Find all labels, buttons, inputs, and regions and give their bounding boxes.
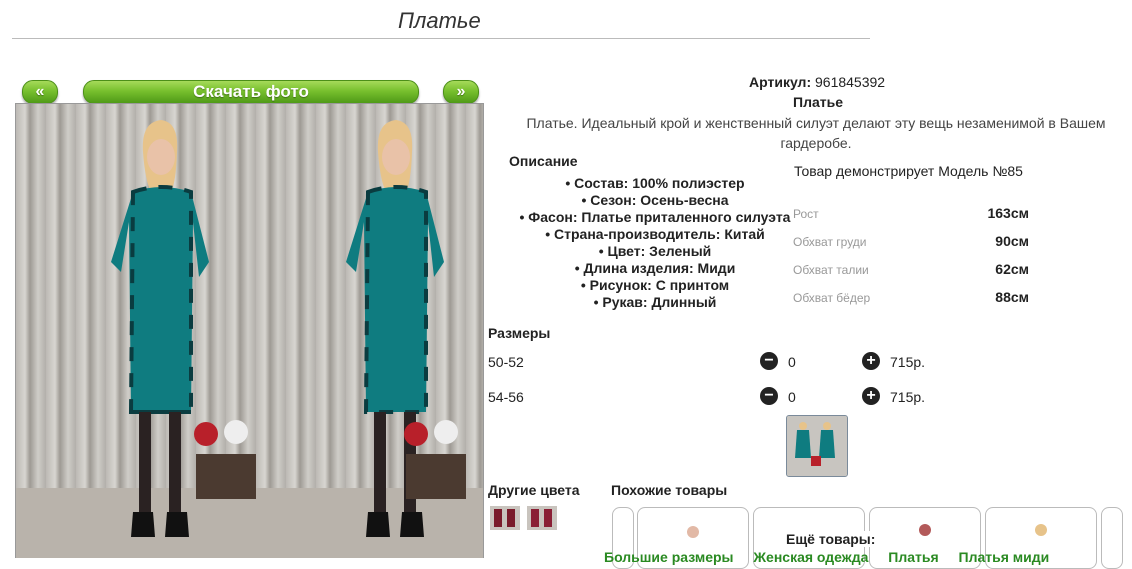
param-label: Обхват груди	[793, 235, 867, 249]
product-photo[interactable]	[15, 103, 484, 558]
model-params: Рост 163см Обхват груди 90см Обхват тали…	[793, 205, 1033, 317]
minus-circle-icon[interactable]: −	[760, 387, 778, 405]
param-row: Обхват бёдер 88см	[793, 289, 1033, 317]
flower-basket-left	[194, 420, 256, 499]
category-link[interactable]: Большие размеры	[604, 549, 734, 565]
model-note: Товар демонстрирует Модель №85	[794, 163, 1023, 179]
color-variant-thumb[interactable]	[527, 506, 557, 530]
product-description: Платье. Идеальный крой и женственный сил…	[526, 115, 1106, 151]
spec-item: • Фасон: Платье приталенного силуэта	[519, 209, 791, 225]
spec-item: • Рукав: Длинный	[593, 294, 717, 310]
page-title: Платье	[398, 8, 481, 33]
download-photo-button[interactable]: Скачать фото	[83, 80, 419, 104]
color-variant-thumb[interactable]	[490, 506, 520, 530]
product-name: Платье	[793, 94, 843, 110]
spec-item: • Рисунок: С принтом	[580, 277, 730, 293]
size-row: 54-56 − 0 + 715р.	[488, 387, 948, 409]
category-link[interactable]: Платья	[888, 549, 938, 565]
param-value: 62см	[995, 261, 1029, 277]
flower-basket-right	[404, 420, 466, 499]
next-photo-button[interactable]: »	[443, 80, 479, 104]
category-link[interactable]: Женская одежда	[753, 549, 868, 565]
param-row: Обхват груди 90см	[793, 233, 1033, 261]
param-row: Обхват талии 62см	[793, 261, 1033, 289]
spec-item: • Страна-производитель: Китай	[545, 226, 765, 242]
param-label: Обхват бёдер	[793, 291, 871, 305]
size-row: 50-52 − 0 + 715р.	[488, 352, 948, 374]
size-label: 54-56	[488, 389, 524, 405]
more-products-links: Большие размеры Женская одежда Платья Пл…	[604, 549, 1065, 565]
spec-item: • Сезон: Осень-весна	[581, 192, 729, 208]
other-colors-heading: Другие цвета	[488, 482, 580, 498]
param-value: 90см	[995, 233, 1029, 249]
article-line: Артикул: 961845392	[749, 74, 885, 90]
plus-circle-icon[interactable]: +	[862, 387, 880, 405]
article-value: 961845392	[815, 74, 886, 90]
plus-circle-icon[interactable]: +	[862, 352, 880, 370]
thumbnail-image	[787, 416, 847, 476]
size-price: 715р.	[890, 354, 926, 370]
category-link[interactable]: Платья миди	[959, 549, 1050, 565]
article-label: Артикул:	[749, 74, 812, 90]
photo-thumbnail[interactable]	[786, 415, 848, 477]
more-products-heading: Ещё товары:	[780, 531, 882, 547]
description-heading: Описание	[509, 153, 578, 169]
param-value: 88см	[995, 289, 1029, 305]
param-label: Рост	[793, 207, 819, 221]
size-price: 715р.	[890, 389, 926, 405]
size-label: 50-52	[488, 354, 524, 370]
param-label: Обхват талии	[793, 263, 869, 277]
sizes-heading: Размеры	[488, 325, 551, 341]
spec-item: • Длина изделия: Миди	[574, 260, 736, 276]
spec-list: • Состав: 100% полиэстер • Сезон: Осень-…	[505, 175, 805, 311]
similar-products-heading: Похожие товары	[611, 482, 728, 498]
minus-circle-icon[interactable]: −	[760, 352, 778, 370]
spec-item: • Цвет: Зеленый	[598, 243, 712, 259]
param-row: Рост 163см	[793, 205, 1033, 233]
spec-item: • Состав: 100% полиэстер	[565, 175, 745, 191]
param-value: 163см	[987, 205, 1029, 221]
prev-photo-button[interactable]: «	[22, 80, 58, 104]
title-divider	[12, 38, 870, 39]
quantity-value: 0	[788, 389, 796, 405]
quantity-value: 0	[788, 354, 796, 370]
carousel-next-button[interactable]	[1101, 507, 1123, 569]
